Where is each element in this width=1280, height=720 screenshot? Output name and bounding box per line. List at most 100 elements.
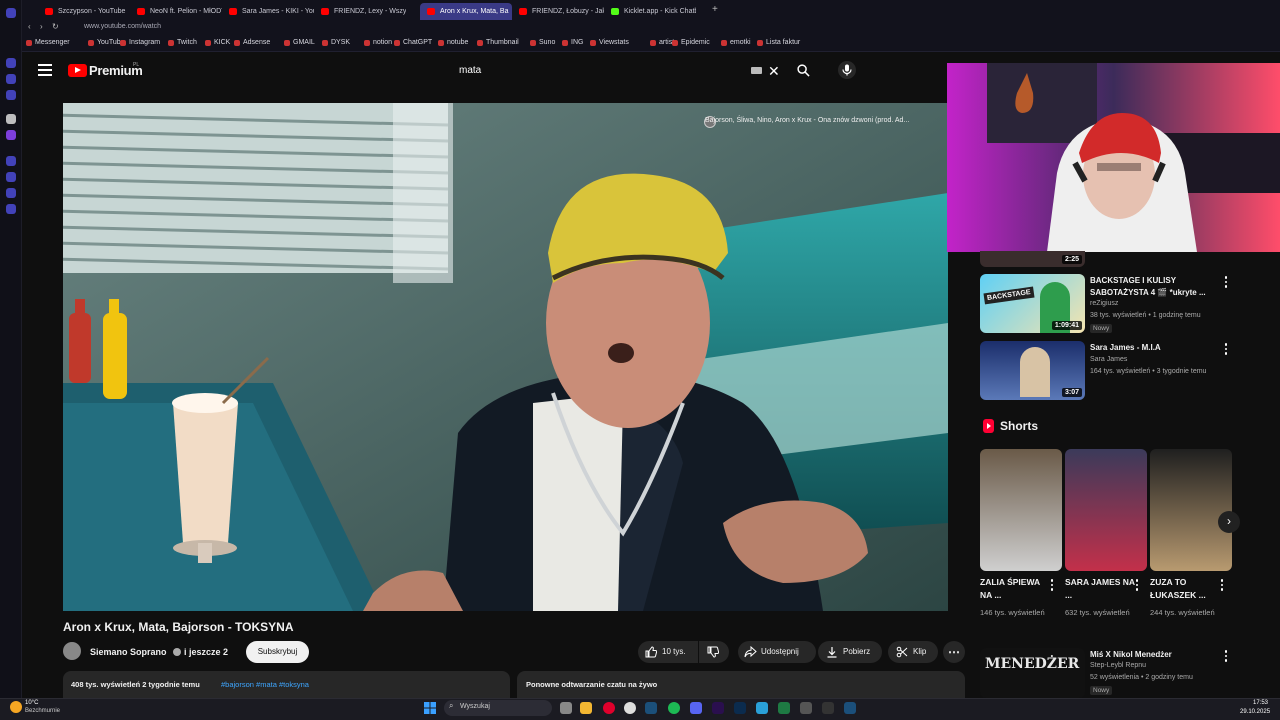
spotify-icon[interactable] — [668, 702, 680, 714]
new-tab-icon[interactable]: + — [712, 4, 718, 15]
collaborators-link[interactable]: i jeszcze 2 — [184, 647, 228, 657]
more-icon[interactable] — [1224, 343, 1228, 357]
like-button[interactable]: 10 tys. — [638, 641, 698, 663]
dislike-button[interactable] — [699, 641, 729, 663]
more-icon[interactable] — [1224, 276, 1228, 290]
browser-tab[interactable]: Kicklet.app - Kick Chatbo — [604, 3, 696, 20]
channel-name[interactable]: reZigiusz — [1090, 300, 1118, 307]
back-icon[interactable]: ‹ — [28, 22, 31, 31]
browser-tab[interactable]: FRIENDZ, Lexy - Wszystk — [314, 3, 406, 20]
search-input[interactable]: mata — [459, 65, 481, 76]
more-icon[interactable] — [1220, 579, 1224, 593]
clock-date[interactable]: 29.10.2025 — [1240, 709, 1270, 715]
sidebar-app-icon[interactable] — [6, 130, 16, 140]
video-thumbnail[interactable]: BACKSTAGE 1:09:41 — [980, 274, 1085, 333]
clock-time[interactable]: 17:53 — [1253, 700, 1268, 706]
clip-button[interactable]: Klip — [888, 641, 938, 663]
bookmark-item[interactable]: Instagram — [120, 39, 160, 46]
mic-icon[interactable] — [838, 61, 856, 79]
bookmark-item[interactable]: Adsense — [234, 39, 270, 46]
bookmark-item[interactable]: Twitch — [168, 39, 197, 46]
app-icon[interactable] — [756, 702, 768, 714]
chevron-right-icon[interactable]: › — [1218, 511, 1240, 533]
search-icon[interactable] — [797, 64, 810, 77]
short-thumbnail[interactable] — [1150, 449, 1232, 571]
short-thumbnail[interactable] — [980, 449, 1062, 571]
opera-icon[interactable] — [603, 702, 615, 714]
sidebar-app-icon[interactable] — [6, 188, 16, 198]
hashtags[interactable]: #bajorson #mata #toksyna — [221, 680, 309, 689]
forward-icon[interactable]: › — [40, 22, 43, 31]
bookmark-item[interactable]: GMAIL — [284, 39, 315, 46]
more-icon[interactable] — [1050, 579, 1054, 593]
sidebar-app-icon[interactable] — [6, 156, 16, 166]
bookmark-item[interactable]: Messenger — [26, 39, 70, 46]
bookmark-item[interactable]: Viewstats — [590, 39, 629, 46]
list-item[interactable]: 2:25 — [980, 251, 1230, 267]
bookmark-item[interactable]: DYSK — [322, 39, 350, 46]
taskbar-search-label[interactable]: Wyszukaj — [460, 703, 490, 710]
sidebar-app-icon[interactable] — [6, 8, 16, 18]
app-icon[interactable] — [800, 702, 812, 714]
steam-icon[interactable] — [645, 702, 657, 714]
list-item[interactable]: 3:07 Sara James - M.I.A Sara James 164 t… — [980, 341, 1230, 400]
file-explorer-icon[interactable] — [580, 702, 592, 714]
browser-tab[interactable]: Aron x Krux, Mata, Ba — [420, 3, 512, 20]
url-text[interactable]: www.youtube.com/watch — [84, 23, 161, 30]
download-button[interactable]: Pobierz — [818, 641, 882, 663]
short-title[interactable]: SARA JAMES NA ... — [1065, 576, 1135, 602]
app-icon[interactable] — [822, 702, 834, 714]
short-item[interactable]: ZALIA ŚPIEWA NA ... 146 tys. wyświetleń — [980, 449, 1062, 617]
channel-name[interactable]: Step-Leybl Repnu — [1090, 662, 1146, 669]
browser-tab[interactable]: Sara James - KIKI - YouT — [222, 3, 314, 20]
bookmark-item[interactable]: notube — [438, 39, 468, 46]
channel-name-link[interactable]: Siemano Soprano — [90, 647, 167, 657]
more-icon[interactable] — [1135, 579, 1139, 593]
weather-description[interactable]: Bezchmurnie — [25, 708, 60, 714]
video-title[interactable]: BACKSTAGE I KULISY SABOTAŻYSTA 4 🎬 *ukry… — [1090, 275, 1215, 299]
bookmark-item[interactable]: Lista faktur — [757, 39, 800, 46]
short-item[interactable]: ZUZA TO ŁUKASZEK ... 244 tys. wyświetleń — [1150, 449, 1232, 617]
short-item[interactable]: SARA JAMES NA ... 632 tys. wyświetleń — [1065, 449, 1147, 617]
video-overlay-title[interactable]: Bajorson, Śliwa, Nino, Aron x Krux - Ona… — [705, 117, 909, 124]
excel-icon[interactable] — [778, 702, 790, 714]
bookmark-item[interactable]: KICK — [205, 39, 230, 46]
browser-tab[interactable]: Szczypson - YouTube — [38, 3, 130, 20]
list-item[interactable]: MENEDŻER Miś X Nikol Menedżer Step-Leybl… — [980, 648, 1230, 698]
photoshop-icon[interactable] — [734, 702, 746, 714]
video-thumbnail[interactable]: 3:07 — [980, 341, 1085, 400]
discord-icon[interactable] — [690, 702, 702, 714]
video-player[interactable] — [63, 103, 948, 611]
address-bar[interactable]: ‹ › ↻ www.youtube.com/watch — [22, 22, 1280, 36]
video-thumbnail[interactable]: 2:25 — [980, 251, 1085, 267]
windows-start-icon[interactable] — [424, 702, 436, 714]
short-title[interactable]: ZUZA TO ŁUKASZEK ... — [1150, 576, 1220, 602]
bookmark-item[interactable]: emotki — [721, 39, 751, 46]
browser-tab[interactable]: FRIENDZ, Łobuzy - Jak ta — [512, 3, 604, 20]
weather-temperature[interactable]: 10°C — [25, 700, 38, 706]
channel-name[interactable]: Sara James — [1090, 356, 1127, 363]
reload-icon[interactable]: ↻ — [52, 22, 59, 31]
sidebar-app-icon[interactable] — [6, 114, 16, 124]
browser-tab[interactable]: NeoN ft. Pelion - MłODY — [130, 3, 222, 20]
sidebar-app-icon[interactable] — [6, 74, 16, 84]
sidebar-app-icon[interactable] — [6, 58, 16, 68]
search-box[interactable] — [450, 59, 790, 83]
bookmark-item[interactable]: ChatGPT — [394, 39, 432, 46]
list-item[interactable]: BACKSTAGE 1:09:41 BACKSTAGE I KULISY SAB… — [980, 274, 1230, 333]
channel-avatar[interactable] — [63, 642, 81, 660]
short-thumbnail[interactable] — [1065, 449, 1147, 571]
task-view-icon[interactable] — [560, 702, 572, 714]
subscribe-button[interactable]: Subskrybuj — [246, 641, 309, 663]
menu-icon[interactable] — [38, 64, 52, 76]
sidebar-app-icon[interactable] — [6, 90, 16, 100]
bookmark-item[interactable]: Suno — [530, 39, 555, 46]
sidebar-app-icon[interactable] — [6, 204, 16, 214]
keyboard-icon[interactable] — [751, 67, 762, 74]
close-icon[interactable]: ✕ — [768, 63, 780, 80]
premiere-icon[interactable] — [712, 702, 724, 714]
youtube-logo-icon[interactable] — [68, 64, 87, 77]
chatgpt-icon[interactable] — [624, 702, 636, 714]
weather-icon[interactable] — [10, 701, 22, 713]
short-title[interactable]: ZALIA ŚPIEWA NA ... — [980, 576, 1050, 602]
